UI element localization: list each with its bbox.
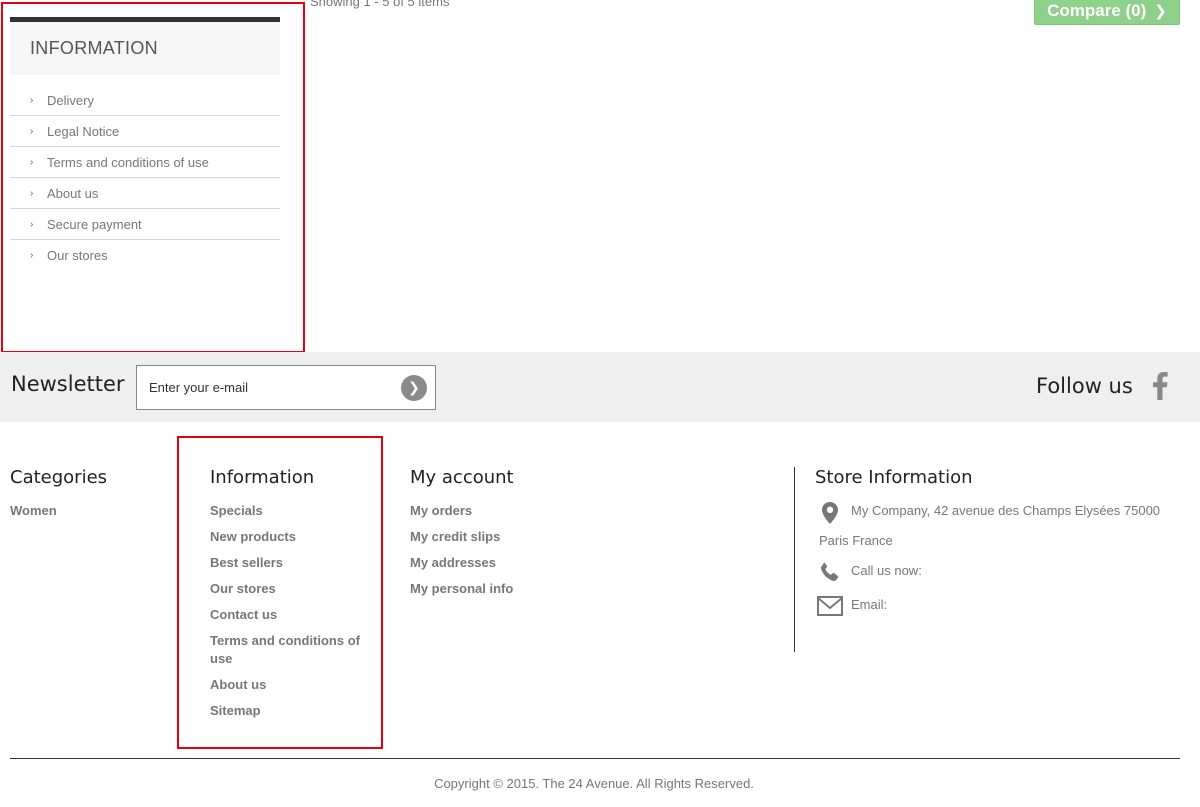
info-item-legal-notice[interactable]: › Legal Notice bbox=[10, 116, 280, 147]
info-item-terms[interactable]: › Terms and conditions of use bbox=[10, 147, 280, 178]
chevron-right-icon: › bbox=[30, 156, 34, 168]
footer-info-link[interactable]: Sitemap bbox=[210, 702, 370, 720]
footer-information-title: Information bbox=[210, 467, 315, 488]
footer-divider bbox=[10, 758, 1180, 759]
newsletter-title: Newsletter bbox=[11, 372, 125, 396]
compare-button[interactable]: Compare (0) ❯ bbox=[1034, 0, 1180, 25]
info-item-label: Legal Notice bbox=[47, 123, 120, 139]
copyright-text: Copyright © 2015. The 24 Avenue. All Rig… bbox=[434, 776, 754, 791]
footer-store-title: Store Information bbox=[815, 467, 973, 488]
store-divider bbox=[794, 467, 795, 652]
chevron-right-icon: › bbox=[30, 218, 34, 230]
chevron-right-icon: › bbox=[30, 125, 34, 137]
footer-account-link[interactable]: My credit slips bbox=[410, 528, 514, 546]
chevron-right-icon: › bbox=[30, 250, 34, 261]
info-item-label: About us bbox=[47, 185, 99, 201]
info-item-secure-payment[interactable]: › Secure payment bbox=[10, 209, 280, 240]
store-email-label: Email: bbox=[851, 597, 888, 612]
info-item-about-us[interactable]: › About us bbox=[10, 178, 280, 209]
product-count-text: Showing 1 - 5 of 5 items bbox=[310, 0, 450, 9]
chevron-right-icon: ❯ bbox=[1154, 2, 1167, 20]
info-item-label: Secure payment bbox=[47, 216, 142, 232]
footer-store-column: Store Information My Company, 42 avenue … bbox=[815, 467, 1185, 628]
newsletter-email-input[interactable] bbox=[137, 366, 401, 409]
compare-label: Compare (0) bbox=[1047, 0, 1147, 20]
phone-icon bbox=[815, 562, 845, 582]
information-block: INFORMATION › Delivery › Legal Notice › Ter… bbox=[10, 17, 280, 271]
footer-info-link[interactable]: Our stores bbox=[210, 580, 370, 598]
information-block-title: INFORMATION bbox=[10, 17, 280, 75]
info-item-delivery[interactable]: › Delivery bbox=[10, 85, 280, 116]
chevron-right-icon: › bbox=[30, 94, 34, 106]
footer-categories-title: Categories bbox=[10, 467, 108, 488]
store-address-row-2: Paris France bbox=[815, 532, 1185, 550]
footer-category-link[interactable]: Women bbox=[10, 502, 107, 520]
info-item-label: Terms and conditions of use bbox=[47, 154, 209, 170]
map-marker-icon bbox=[815, 502, 845, 524]
footer-account-link[interactable]: My personal info bbox=[410, 580, 514, 598]
footer-account-link[interactable]: My orders bbox=[410, 502, 514, 520]
newsletter-bar: Newsletter ❯ Follow us bbox=[0, 352, 1200, 422]
facebook-icon[interactable] bbox=[1152, 372, 1168, 400]
store-email-row: Email: bbox=[815, 596, 1185, 616]
footer-info-link[interactable]: Specials bbox=[210, 502, 370, 520]
info-item-label: Our stores bbox=[47, 248, 108, 263]
store-address-row: My Company, 42 avenue des Champs Elysées… bbox=[815, 502, 1185, 524]
store-phone-row: Call us now: bbox=[815, 562, 1185, 582]
footer-information-column: Information Specials New products Best s… bbox=[210, 467, 370, 728]
store-call-label: Call us now: bbox=[851, 563, 922, 578]
follow-us-title: Follow us bbox=[1036, 374, 1133, 398]
information-list: › Delivery › Legal Notice › Terms and condi… bbox=[10, 85, 280, 271]
footer-info-link[interactable]: Best sellers bbox=[210, 554, 370, 572]
store-address-line1: My Company, 42 avenue des Champs Elysées… bbox=[851, 503, 1161, 518]
footer-info-link[interactable]: New products bbox=[210, 528, 370, 546]
newsletter-submit-button[interactable]: ❯ bbox=[401, 374, 427, 401]
envelope-icon bbox=[815, 596, 845, 616]
chevron-right-icon: ❯ bbox=[408, 379, 420, 395]
footer-account-column: My account My orders My credit slips My … bbox=[410, 467, 514, 606]
chevron-right-icon: › bbox=[30, 187, 34, 199]
footer-info-link[interactable]: Contact us bbox=[210, 606, 370, 624]
info-item-our-stores[interactable]: › Our stores bbox=[10, 240, 280, 271]
footer-account-link[interactable]: My addresses bbox=[410, 554, 514, 572]
footer-info-link[interactable]: Terms and conditions of use bbox=[210, 632, 370, 668]
footer-account-title: My account bbox=[410, 467, 514, 488]
newsletter-form: ❯ bbox=[136, 365, 436, 410]
info-item-label: Delivery bbox=[47, 92, 94, 108]
footer-info-link[interactable]: About us bbox=[210, 676, 370, 694]
store-address-line2: Paris France bbox=[819, 533, 893, 548]
footer-categories-column: Categories Women bbox=[10, 467, 107, 528]
